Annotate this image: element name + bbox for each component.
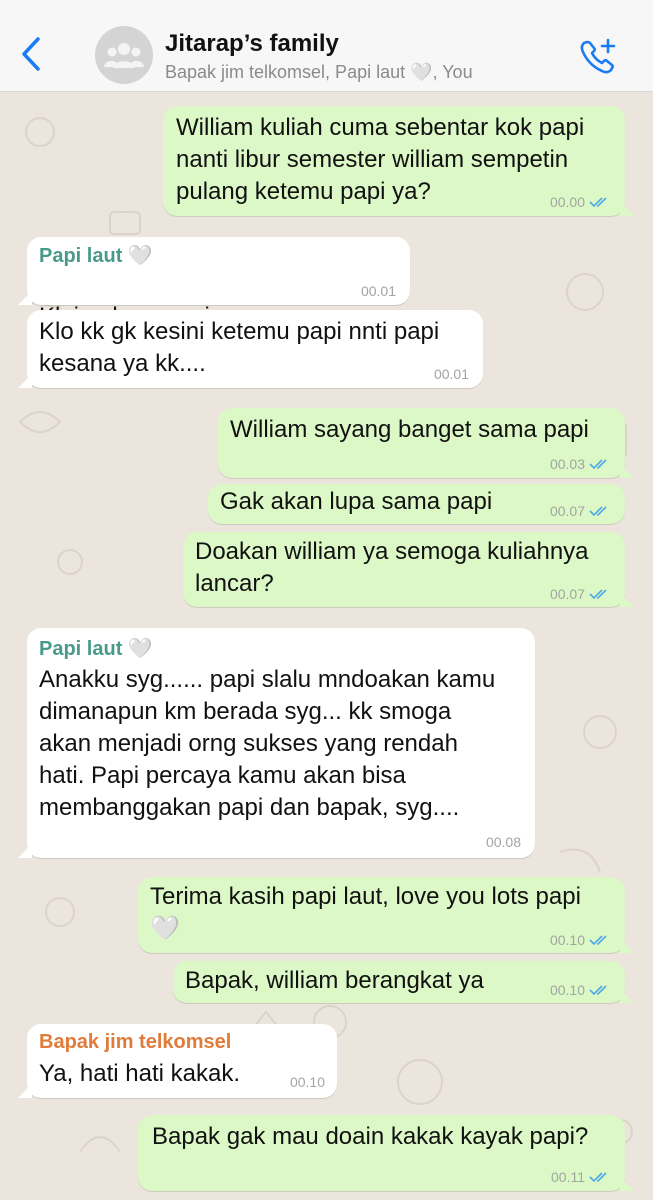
message-meta: 00.11 [551, 1169, 611, 1185]
add-call-button[interactable] [576, 36, 620, 76]
message-bubble[interactable]: Papi laut 🤍 Kk jgn lupa papi ya.... 😓 00… [18, 237, 410, 362]
message-meta: 00.10 [290, 1074, 325, 1090]
message-time: 00.10 [549, 932, 585, 948]
message-text: Anakku syg...... papi slalu mndoakan kam… [39, 666, 496, 821]
message-text: Gak akan lupa sama papi [220, 488, 493, 515]
message-meta: 00.07 [550, 586, 611, 602]
message-bubble[interactable]: Bapak gak mau doain kakak kayak papi? 00… [138, 1115, 634, 1191]
sender-name[interactable]: Bapak jim telkomsel [39, 1031, 231, 1054]
message-bubble[interactable]: Doakan william ya semoga kuliahnya lanca… [183, 532, 634, 607]
message-bubble[interactable]: Bapak, william berangkat ya 00.10 [173, 961, 634, 1003]
message-text: Bapak gak mau doain kakak kayak papi? [152, 1123, 589, 1150]
message-time: 00.08 [485, 834, 521, 850]
read-ticks-icon [589, 985, 607, 996]
message-bubble[interactable]: Bapak jim telkomsel Ya, hati hati kakak.… [18, 1024, 337, 1098]
message-time: 00.00 [549, 194, 585, 210]
message-time: 00.07 [549, 586, 585, 602]
back-button[interactable] [14, 32, 48, 76]
sender-name[interactable]: Papi laut 🤍 [39, 243, 153, 268]
message-time: 00.10 [289, 1074, 325, 1090]
message-meta: 00.07 [550, 503, 611, 519]
chevron-left-icon [22, 37, 40, 71]
message-time: 00.03 [549, 456, 585, 472]
message-bubble[interactable]: Papi laut 🤍 Anakku syg...... papi slalu … [18, 628, 535, 858]
message-bubble[interactable]: Gak akan lupa sama papi 00.07 [208, 484, 625, 524]
message-text: William kuliah cuma sebentar kok papi na… [176, 114, 585, 205]
read-ticks-icon [589, 935, 607, 946]
chat-title[interactable]: Jitarap’s family [165, 30, 339, 58]
message-text: Bapak, william berangkat ya [185, 967, 484, 994]
group-avatar-icon[interactable] [95, 26, 153, 84]
message-time: 00.01 [360, 283, 396, 299]
chat-background: William kuliah cuma sebentar kok papi na… [0, 92, 653, 1200]
message-bubble[interactable]: Terima kasih papi laut, love you lots pa… [138, 877, 634, 953]
message-time: 00.10 [549, 982, 585, 998]
message-text: Ya, hati hati kakak. [39, 1060, 240, 1087]
read-ticks-icon [589, 197, 607, 208]
message-time: 00.11 [551, 1169, 585, 1185]
read-ticks-icon [589, 459, 607, 470]
read-ticks-icon [589, 589, 607, 600]
read-ticks-icon [589, 1172, 607, 1183]
message-text: Doakan william ya semoga kuliahnya lanca… [195, 538, 589, 597]
message-bubble[interactable]: William kuliah cuma sebentar kok papi na… [163, 106, 634, 216]
chat-participants[interactable]: Bapak jim telkomsel, Papi laut 🤍, You [165, 62, 473, 83]
message-meta: 00.00 [550, 194, 611, 210]
message-text: Terima kasih papi laut, love you lots pa… [150, 883, 581, 942]
message-text: William sayang banget sama papi [230, 416, 589, 443]
message-bubble[interactable]: Klo kk gk kesini ketemu papi nnti papi k… [18, 310, 483, 388]
message-meta: 00.10 [550, 932, 611, 948]
message-meta: 00.01 [361, 283, 396, 299]
message-time: 00.07 [549, 503, 585, 519]
message-meta: 00.01 [434, 366, 469, 382]
message-time: 00.01 [433, 366, 469, 382]
message-meta: 00.08 [486, 834, 521, 850]
message-text: Klo kk gk kesini ketemu papi nnti papi k… [39, 318, 440, 377]
read-ticks-icon [589, 506, 607, 517]
chat-header: Jitarap’s family Bapak jim telkomsel, Pa… [0, 0, 653, 92]
message-meta: 00.10 [550, 982, 611, 998]
add-call-icon [580, 38, 616, 74]
message-bubble[interactable]: William sayang banget sama papi 00.03 [218, 408, 634, 478]
message-meta: 00.03 [550, 456, 611, 472]
sender-name[interactable]: Papi laut 🤍 [39, 636, 153, 661]
